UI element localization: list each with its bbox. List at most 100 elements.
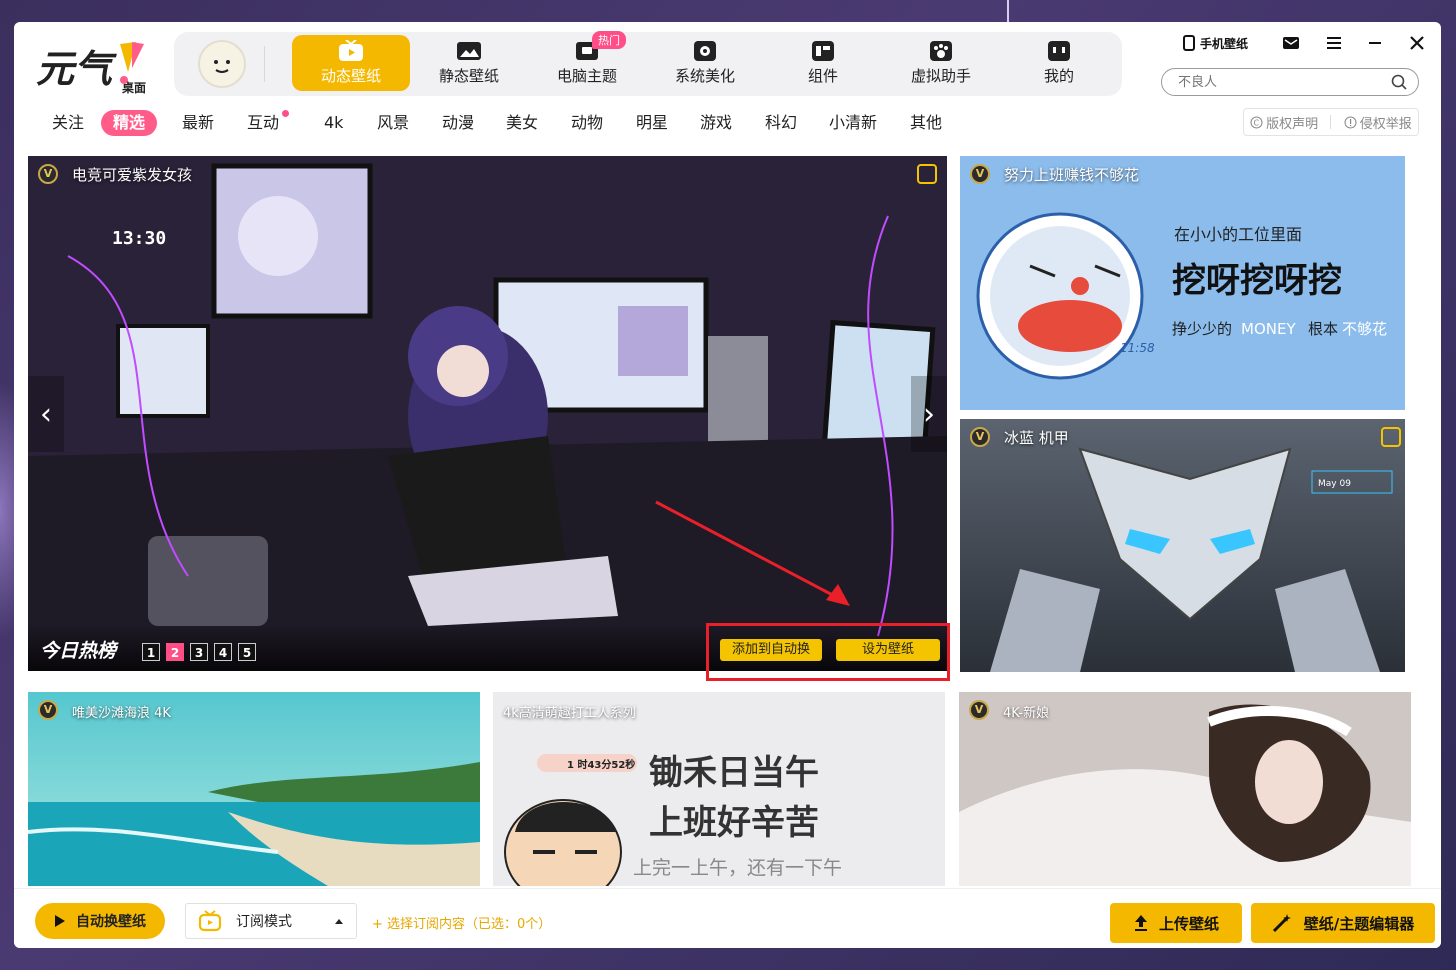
svg-text:13:30: 13:30 [112, 228, 166, 249]
carousel-next-button[interactable]: › [911, 376, 947, 452]
category-scifi[interactable]: 科幻 [753, 110, 809, 136]
nav-tab-mine[interactable]: 我的 [1000, 35, 1118, 91]
wallpaper-card-work[interactable]: 在小小的工位里面 挖呀挖呀挖 挣少少的 MONEY 根本 不够花 11:58 努… [960, 156, 1405, 410]
nav-tab-widgets[interactable]: 组件 [764, 35, 882, 91]
wallpaper-theme-editor-button[interactable]: 壁纸/主题编辑器 [1251, 903, 1435, 943]
hot-badge: 热门 [592, 31, 626, 49]
pager-dot-3[interactable]: 3 [190, 643, 208, 661]
pager-dot-5[interactable]: 5 [238, 643, 256, 661]
category-latest[interactable]: 最新 [170, 110, 226, 136]
footer-bar: 自动换壁纸 订阅模式 + 选择订阅内容（已选：0个） 上传壁纸 壁纸/主题编辑器 [14, 888, 1441, 948]
nav-tab-static-wallpaper[interactable]: 静态壁纸 [410, 35, 528, 91]
wallpaper-card-beach[interactable]: 唯美沙滩海浪 4K [28, 692, 480, 886]
search-icon[interactable] [1391, 74, 1408, 91]
nav-tab-system-beautify[interactable]: 系统美化 [646, 35, 764, 91]
minimize-icon[interactable] [1366, 34, 1384, 52]
nav-separator [264, 46, 265, 82]
nav-tab-live-wallpaper[interactable]: 动态壁纸 [292, 35, 410, 91]
nav-tab-label: 动态壁纸 [320, 67, 381, 85]
svg-text:不够花: 不够花 [1342, 320, 1387, 338]
pager-dot-2[interactable]: 2 [166, 643, 184, 661]
menu-icon[interactable] [1325, 34, 1343, 52]
upload-wallpaper-button[interactable]: 上传壁纸 [1110, 903, 1242, 943]
nav-tab-label: 系统美化 [674, 67, 735, 85]
app-window: 元气 桌面 动态壁纸 静态壁纸 热门 电脑主题 系统美化 组件 虚拟助手 我的 … [14, 22, 1441, 948]
svg-text:MONEY: MONEY [1241, 320, 1296, 338]
magic-wand-icon [1272, 914, 1291, 933]
bride-artwork [959, 692, 1411, 886]
svg-text:C: C [1254, 118, 1260, 127]
category-label: 互动 [247, 113, 280, 132]
flower-icon [694, 41, 716, 61]
nav-tab-virtual-assistant[interactable]: 虚拟助手 [882, 35, 1000, 91]
logo-icon: 元气 桌面 [36, 42, 146, 95]
category-interactive[interactable]: 互动 [235, 110, 291, 136]
nav-tab-pc-theme[interactable]: 热门 电脑主题 [528, 31, 646, 91]
phone-icon [1183, 35, 1195, 51]
auto-change-label: 自动换壁纸 [76, 914, 146, 930]
select-subscription-link[interactable]: + 选择订阅内容（已选：0个） [372, 913, 551, 932]
pager-dot-4[interactable]: 4 [214, 643, 232, 661]
svg-text:元气: 元气 [36, 47, 117, 91]
annotation-highlight-box [706, 623, 950, 681]
work-card-title: 努力上班赚钱不够花 [1004, 166, 1140, 184]
category-games[interactable]: 游戏 [688, 110, 744, 136]
category-animals[interactable]: 动物 [559, 110, 615, 136]
subscription-mode-select[interactable]: 订阅模式 [185, 903, 357, 939]
copyright-link[interactable]: C 版权声明 [1250, 113, 1318, 132]
report-link[interactable]: 侵权举报 [1344, 113, 1412, 132]
notification-dot [282, 110, 290, 117]
office-card-title: 4k高清萌趣打工人系列 [503, 706, 636, 721]
play-tv-icon [339, 40, 363, 61]
live-wallpaper-icon [917, 164, 937, 184]
category-fresh[interactable]: 小清新 [817, 110, 889, 136]
face-icon [1048, 41, 1070, 61]
wallpaper-card-bride[interactable]: 4K-新娘 [959, 692, 1411, 886]
category-4k[interactable]: 4k [312, 110, 355, 136]
office-artwork: 1 时43分52秒 锄禾日当午 上班好辛苦 上完一上午，还有一下午 [493, 692, 945, 886]
svg-text:挖呀挖呀挖: 挖呀挖呀挖 [1172, 261, 1342, 301]
upload-label: 上传壁纸 [1158, 914, 1219, 933]
close-icon[interactable] [1408, 34, 1426, 52]
phone-wallpaper-link[interactable]: 手机壁纸 [1182, 32, 1248, 54]
user-avatar[interactable] [198, 40, 246, 88]
category-beauty[interactable]: 美女 [494, 110, 550, 136]
legal-separator [1330, 115, 1332, 129]
svg-text:根本: 根本 [1308, 320, 1338, 338]
upload-icon [1134, 915, 1147, 931]
auto-change-wallpaper-button[interactable]: 自动换壁纸 [35, 903, 165, 939]
message-icon[interactable] [1282, 34, 1300, 52]
caret-up-icon [335, 919, 343, 924]
wallpaper-card-mech[interactable]: May 09 冰蓝 机甲 [960, 419, 1405, 672]
category-scenery[interactable]: 风景 [365, 110, 421, 136]
vip-badge [970, 164, 990, 184]
category-follow[interactable]: 关注 [40, 110, 96, 136]
svg-text:1 时43分52秒: 1 时43分52秒 [567, 758, 635, 771]
smiley-face-icon [214, 60, 230, 73]
carousel-prev-button[interactable]: ‹ [28, 376, 64, 452]
nav-tab-label: 电脑主题 [556, 67, 617, 85]
hot-list-title: 今日热榜 [40, 640, 117, 662]
category-other[interactable]: 其他 [898, 110, 954, 136]
main-nav: 动态壁纸 静态壁纸 热门 电脑主题 系统美化 组件 虚拟助手 我的 [174, 31, 1122, 96]
svg-text:May 09: May 09 [1318, 479, 1351, 489]
pager-dot-1[interactable]: 1 [142, 643, 160, 661]
tv-icon [198, 910, 222, 932]
nav-tab-label: 虚拟助手 [910, 67, 971, 85]
report-label: 侵权举报 [1359, 116, 1412, 132]
mech-card-title: 冰蓝 机甲 [1004, 429, 1069, 447]
category-stars[interactable]: 明星 [624, 110, 680, 136]
copyright-icon: C [1250, 116, 1263, 128]
search-input[interactable] [1178, 72, 1378, 92]
carousel-pager: 1 2 3 4 5 [142, 643, 256, 661]
copyright-label: 版权声明 [1266, 116, 1319, 132]
editor-label: 壁纸/主题编辑器 [1303, 914, 1415, 933]
wallpaper-card-office[interactable]: 1 时43分52秒 锄禾日当午 上班好辛苦 上完一上午，还有一下午 4k高清萌趣… [493, 692, 945, 886]
category-featured[interactable]: 精选 [101, 110, 158, 136]
nav-tab-label: 组件 [807, 67, 838, 85]
work-artwork: 在小小的工位里面 挖呀挖呀挖 挣少少的 MONEY 根本 不够花 11:58 [960, 156, 1405, 410]
mech-artwork: May 09 [960, 419, 1405, 672]
category-anime[interactable]: 动漫 [430, 110, 486, 136]
beach-card-title: 唯美沙滩海浪 4K [72, 706, 171, 721]
beach-artwork [28, 692, 480, 886]
